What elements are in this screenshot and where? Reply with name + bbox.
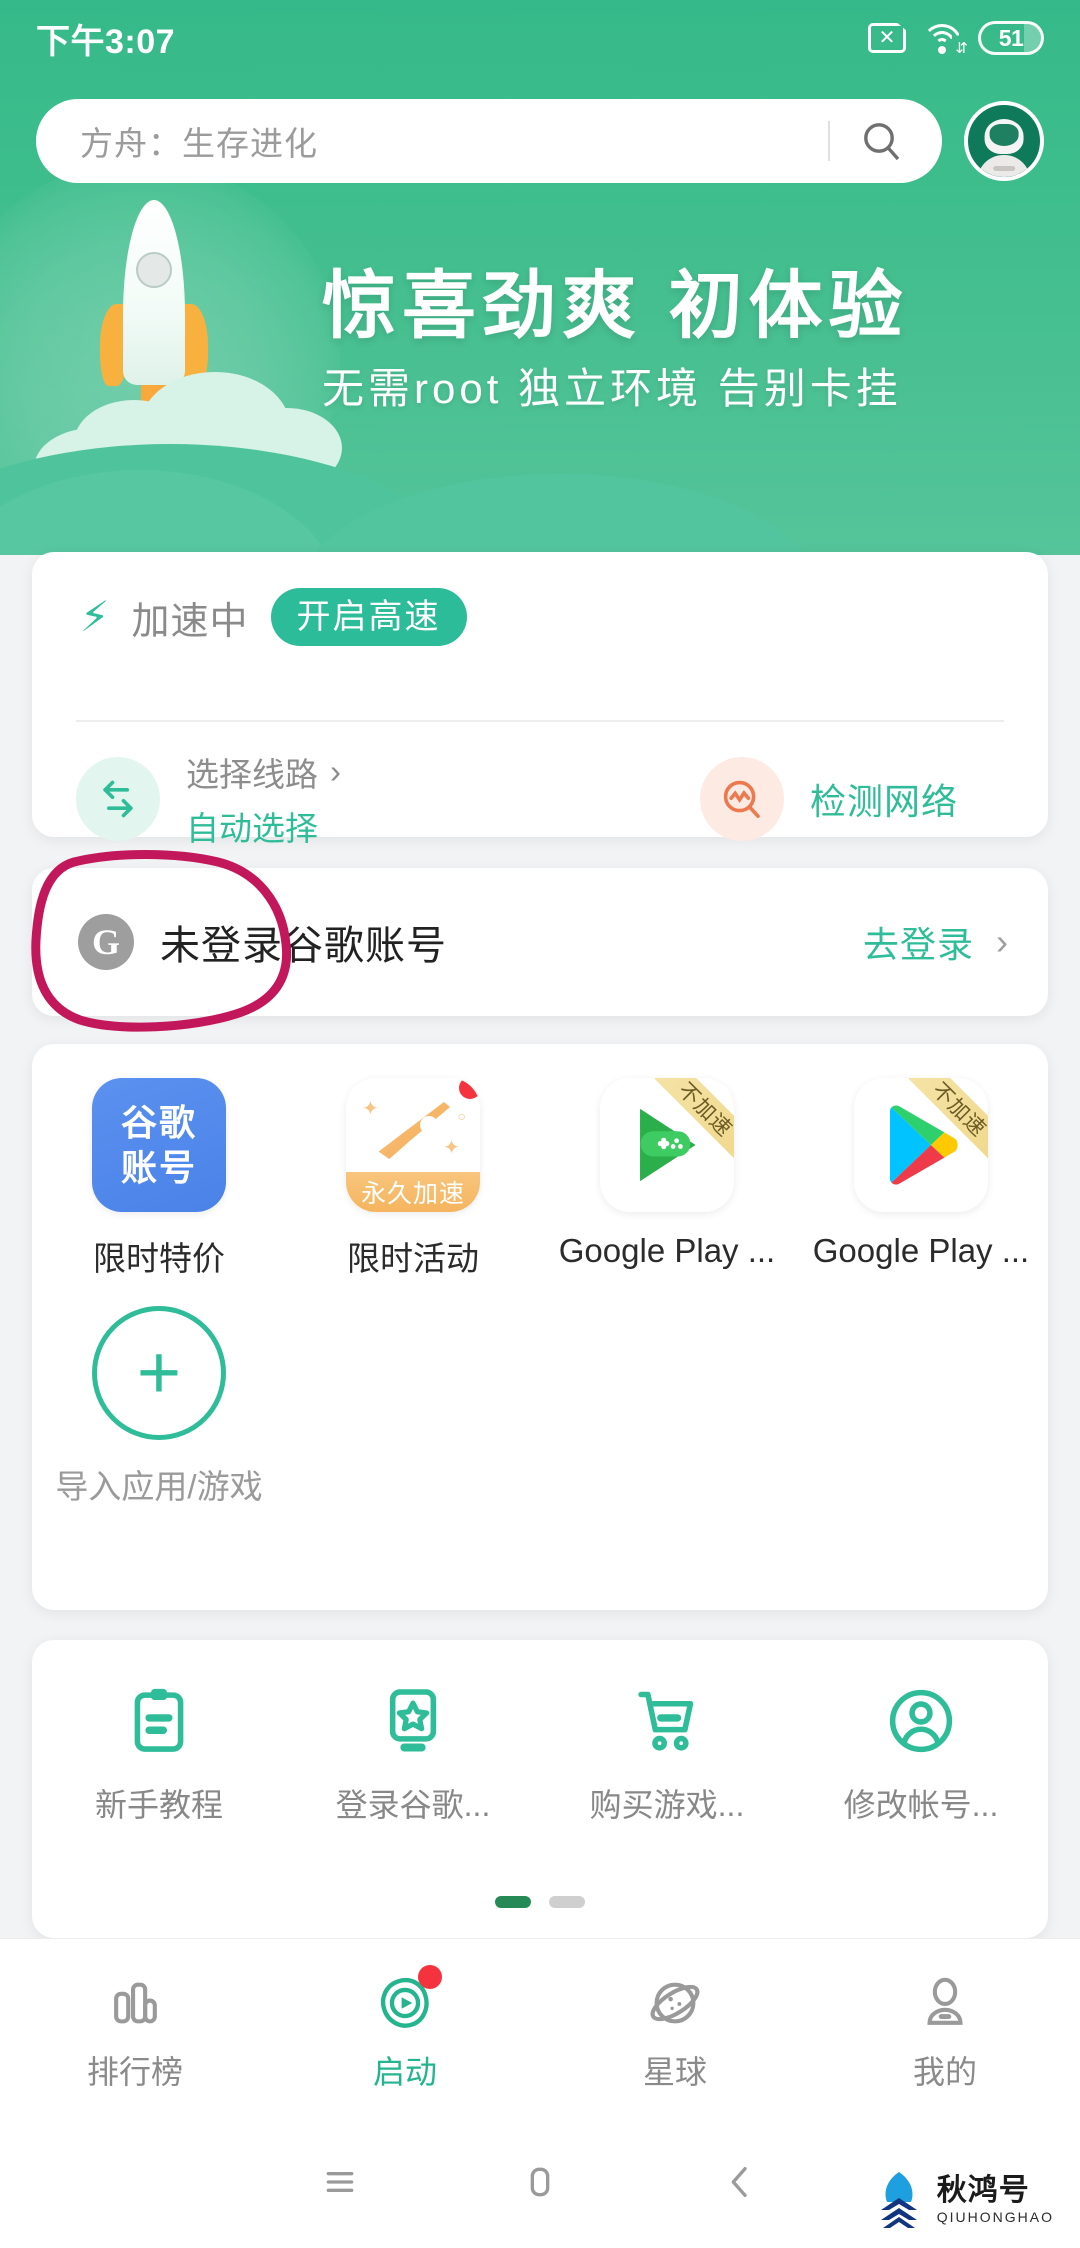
app-label: Google Play ... (558, 1232, 776, 1269)
app-tile[interactable]: 不加速 Google Play ... (794, 1078, 1048, 1280)
search-divider (828, 121, 830, 161)
watermark-text: 秋鸿号 QIUHONGHAO (936, 2174, 1054, 2225)
app-tile[interactable]: 谷歌 账号 限时特价 (32, 1078, 286, 1280)
menu-icon[interactable] (320, 2162, 360, 2207)
hero-header: 下午3:07 ✕ ⇵ 51 方舟：生存进化 惊喜劲爽 初体验 无需root 独立… (0, 0, 1080, 555)
watermark-cn: 秋鸿号 (936, 2174, 1030, 2207)
shortcuts-card: 新手教程 登录谷歌... 购买游戏... 修改帐号... (32, 1640, 1048, 1938)
accelerate-actions-row: 选择线路 › 自动选择 检测网络 (76, 748, 1004, 850)
icon-text-line1: 谷歌 (120, 1102, 197, 1143)
watermark: 秋鸿号 QIUHONGHAO (871, 2170, 1054, 2230)
bar-chart-icon (106, 1967, 164, 2039)
back-chevron-icon[interactable] (720, 2162, 760, 2207)
google-play-games-icon: 不加速 (600, 1078, 734, 1212)
route-selector[interactable]: 选择线路 › 自动选择 (76, 748, 700, 850)
rocket-promo-icon: ✦ ✦ ○ 永久加速 (346, 1078, 480, 1212)
person-circle-icon (889, 1689, 953, 1753)
google-account-card[interactable]: G 未登录谷歌账号 去登录 › (32, 868, 1048, 1016)
app-tile[interactable]: 不加速 Google Play ... (540, 1078, 794, 1280)
shortcut-label: 新手教程 (94, 1787, 223, 1823)
swap-arrows-icon (76, 757, 160, 841)
play-leaf-icon (376, 1964, 442, 2039)
app-label: Google Play ... (812, 1232, 1030, 1269)
nav-item-launch[interactable]: 启动 (270, 1964, 540, 2093)
planet-icon (646, 1967, 704, 2039)
notification-badge (456, 1078, 480, 1102)
google-account-icon: 谷歌 账号 (92, 1078, 226, 1212)
avatar[interactable] (964, 101, 1044, 181)
google-login-link[interactable]: 去登录 (863, 916, 974, 968)
status-time: 下午3:07 (36, 22, 176, 61)
hero-title: 惊喜劲爽 初体验 (322, 264, 909, 347)
search-icon[interactable] (854, 117, 910, 165)
network-check-label: 检测网络 (809, 781, 958, 822)
apps-card: 谷歌 账号 限时特价 ✦ ✦ ○ 永久加速 限时活动 不加速 Google Pl… (32, 1044, 1048, 1610)
nav-label: 我的 (912, 2053, 977, 2090)
nav-label: 排行榜 (86, 2053, 183, 2090)
route-text: 选择线路 › 自动选择 (186, 748, 341, 850)
nav-item-mine[interactable]: 我的 (810, 1967, 1080, 2093)
lightning-bolt-icon: ⚡ (80, 593, 110, 640)
page-dot[interactable] (549, 1896, 585, 1908)
nav-label: 星球 (642, 2053, 707, 2090)
shortcuts-row: 新手教程 登录谷歌... 购买游戏... 修改帐号... (32, 1684, 1048, 1826)
chevron-right-icon: › (330, 753, 341, 790)
clipboard-icon (134, 1688, 184, 1752)
accelerate-status-row: ⚡ 加速中 开启高速 (80, 588, 467, 646)
import-app-tile[interactable]: + 导入应用/游戏 (32, 1306, 286, 1508)
google-play-store-icon: 不加速 (854, 1078, 988, 1212)
shortcut-item[interactable]: 登录谷歌... (286, 1684, 540, 1826)
speed-badge[interactable]: 开启高速 (270, 588, 467, 646)
google-account-title: 未登录谷歌账号 (160, 924, 447, 968)
search-placeholder: 方舟：生存进化 (80, 125, 318, 162)
accelerate-card: ⚡ 加速中 开启高速 选择线路 › 自动选择 检测网络 (32, 552, 1048, 847)
import-label: 导入应用/游戏 (55, 1468, 263, 1505)
sim-card-x-icon: ✕ (868, 23, 906, 53)
app-label: 限时活动 (347, 1240, 479, 1277)
chevron-right-icon: › (996, 921, 1008, 962)
shortcut-label: 修改帐号... (843, 1787, 999, 1823)
shortcut-item[interactable]: 新手教程 (32, 1684, 286, 1826)
nav-item-ranking[interactable]: 排行榜 (0, 1967, 270, 2093)
shortcut-label: 购买游戏... (589, 1787, 745, 1823)
app-tile[interactable]: ✦ ✦ ○ 永久加速 限时活动 (286, 1078, 540, 1280)
battery-icon: 51 (978, 21, 1044, 55)
nav-label: 启动 (372, 2053, 437, 2090)
page-dot-active[interactable] (495, 1896, 531, 1908)
app-grid: 谷歌 账号 限时特价 ✦ ✦ ○ 永久加速 限时活动 不加速 Google Pl… (32, 1078, 1048, 1534)
status-bar: 下午3:07 ✕ ⇵ 51 (0, 0, 1080, 76)
status-icons: ✕ ⇵ 51 (868, 21, 1044, 56)
user-icon (916, 1967, 974, 2039)
shortcut-label: 登录谷歌... (335, 1787, 491, 1823)
watermark-logo-icon (871, 2170, 927, 2230)
route-value: 自动选择 (186, 810, 318, 847)
card-divider (76, 720, 1004, 722)
plus-circle-icon: + (92, 1306, 226, 1440)
icon-caption: 永久加速 (346, 1172, 480, 1212)
google-g-icon: G (78, 914, 134, 970)
battery-level: 51 (998, 24, 1024, 51)
network-pulse-search-icon (699, 757, 784, 841)
shopping-cart-icon (638, 1691, 694, 1751)
network-check-button[interactable]: 检测网络 (699, 757, 958, 841)
shortcut-item[interactable]: 修改帐号... (794, 1684, 1048, 1826)
icon-text-line2: 账号 (120, 1147, 197, 1188)
nav-item-planet[interactable]: 星球 (540, 1967, 810, 2093)
home-square-icon[interactable] (520, 2162, 560, 2207)
page-indicator (32, 1896, 1048, 1908)
route-title: 选择线路 (186, 756, 318, 793)
shortcut-item[interactable]: 购买游戏... (540, 1684, 794, 1826)
accelerate-status-label: 加速中 (131, 600, 249, 643)
phone-star-icon (389, 1689, 437, 1752)
wifi-icon: ⇵ (922, 22, 968, 56)
notification-badge (418, 1964, 442, 1989)
hero-subtitle: 无需root 独立环境 告别卡挂 (322, 365, 902, 412)
watermark-en: QIUHONGHAO (936, 2209, 1054, 2225)
bottom-navigation: 排行榜 启动 星球 我的 (0, 1938, 1080, 2120)
app-label: 限时特价 (93, 1240, 225, 1277)
